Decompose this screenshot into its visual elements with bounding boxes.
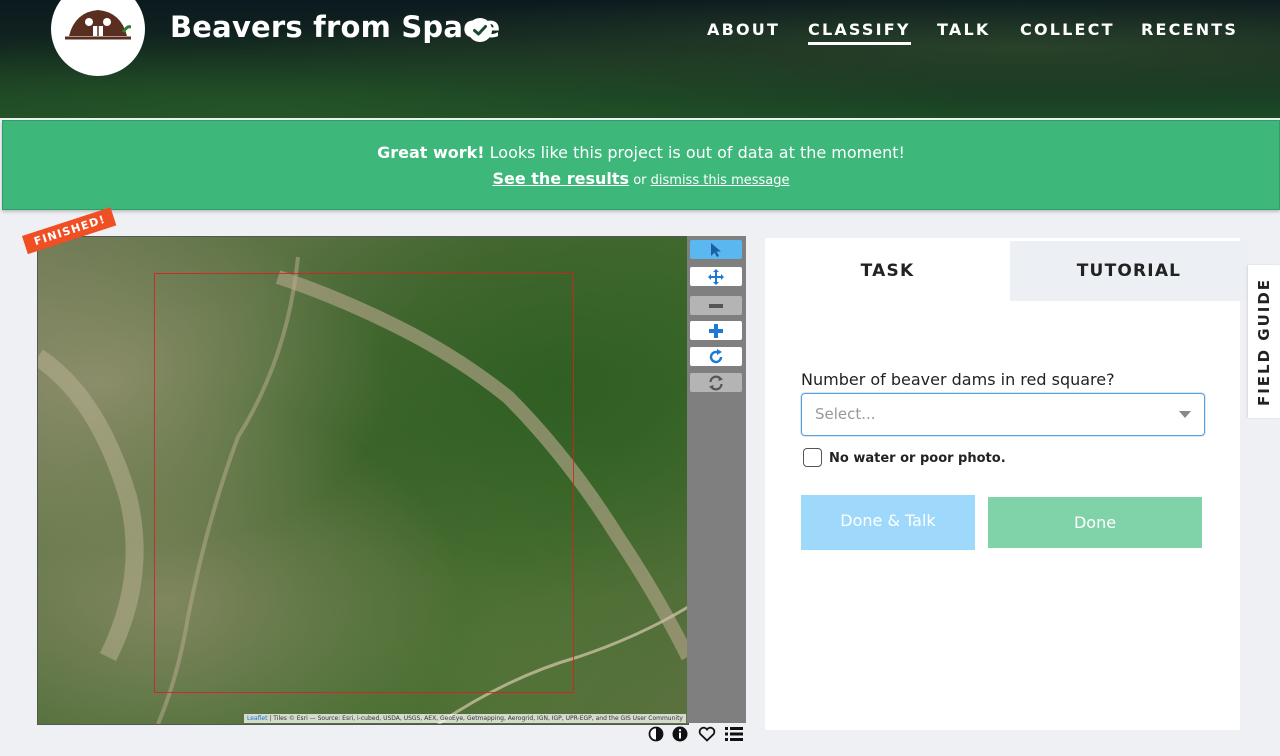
image-toolbar bbox=[687, 236, 746, 723]
heart-icon[interactable] bbox=[698, 726, 716, 747]
banner-message: Great work! Looks like this project is o… bbox=[3, 143, 1279, 162]
tab-task[interactable]: TASK bbox=[765, 241, 1010, 301]
nav-recents[interactable]: RECENTS bbox=[1141, 20, 1238, 39]
zoom-in-button[interactable] bbox=[690, 321, 742, 340]
nav-talk[interactable]: TALK bbox=[937, 20, 990, 39]
banner-or-text: or bbox=[633, 173, 647, 188]
zoom-out-icon bbox=[709, 303, 723, 308]
tiles-credit: | Tiles © Esri — Source: Esri, i-cubed, … bbox=[269, 715, 683, 722]
banner-message-text: Looks like this project is out of data a… bbox=[489, 143, 905, 162]
out-of-data-banner: Great work! Looks like this project is o… bbox=[2, 120, 1280, 210]
reset-icon bbox=[709, 375, 723, 390]
target-red-square bbox=[154, 273, 574, 693]
site-header: Beavers from Space ABOUT CLASSIFY TALK C… bbox=[0, 0, 1280, 118]
rotate-button[interactable] bbox=[690, 347, 742, 366]
no-water-checkbox[interactable] bbox=[803, 448, 822, 467]
rotate-icon bbox=[709, 348, 723, 363]
done-button[interactable]: Done bbox=[988, 497, 1202, 548]
tab-tutorial[interactable]: TUTORIAL bbox=[1010, 241, 1248, 301]
zoom-in-icon bbox=[709, 323, 723, 338]
dam-count-select[interactable]: Select... bbox=[801, 393, 1205, 436]
nav-collect[interactable]: COLLECT bbox=[1020, 20, 1115, 39]
chevron-down-icon bbox=[1179, 411, 1191, 418]
invert-colors-icon[interactable] bbox=[648, 726, 664, 747]
zoom-out-button[interactable] bbox=[690, 296, 742, 315]
map-attribution: Leaflet | Tiles © Esri — Source: Esri, i… bbox=[244, 714, 686, 723]
select-placeholder: Select... bbox=[815, 405, 876, 423]
subject-image[interactable]: Leaflet | Tiles © Esri — Source: Esri, i… bbox=[37, 236, 689, 725]
info-icon[interactable] bbox=[672, 726, 688, 747]
move-tool-button[interactable] bbox=[690, 267, 742, 286]
nav-classify[interactable]: CLASSIFY bbox=[808, 20, 911, 45]
aerial-photo[interactable]: Leaflet | Tiles © Esri — Source: Esri, i… bbox=[38, 237, 688, 724]
task-question: Number of beaver dams in red square? bbox=[801, 370, 1115, 389]
nav-about[interactable]: ABOUT bbox=[707, 20, 780, 39]
field-guide-tab[interactable]: FIELD GUIDE bbox=[1248, 265, 1280, 418]
pointer-tool-button[interactable] bbox=[690, 240, 742, 259]
collections-icon[interactable] bbox=[725, 726, 743, 747]
leaflet-link[interactable]: Leaflet bbox=[247, 715, 267, 722]
dismiss-message-link[interactable]: dismiss this message bbox=[651, 173, 790, 188]
banner-bold-text: Great work! bbox=[377, 143, 485, 162]
see-results-link[interactable]: See the results bbox=[492, 169, 629, 188]
banner-links: See the results or dismiss this message bbox=[3, 169, 1279, 188]
reset-button[interactable] bbox=[690, 373, 742, 392]
pointer-icon bbox=[711, 242, 721, 257]
no-water-label[interactable]: No water or poor photo. bbox=[829, 451, 1006, 466]
task-panel: TASK TUTORIAL Number of beaver dams in r… bbox=[765, 238, 1248, 730]
field-guide-label: FIELD GUIDE bbox=[1255, 277, 1273, 406]
project-nav: ABOUT CLASSIFY TALK COLLECT RECENTS bbox=[0, 18, 1280, 48]
move-icon bbox=[708, 268, 724, 285]
done-and-talk-button[interactable]: Done & Talk bbox=[801, 495, 975, 550]
